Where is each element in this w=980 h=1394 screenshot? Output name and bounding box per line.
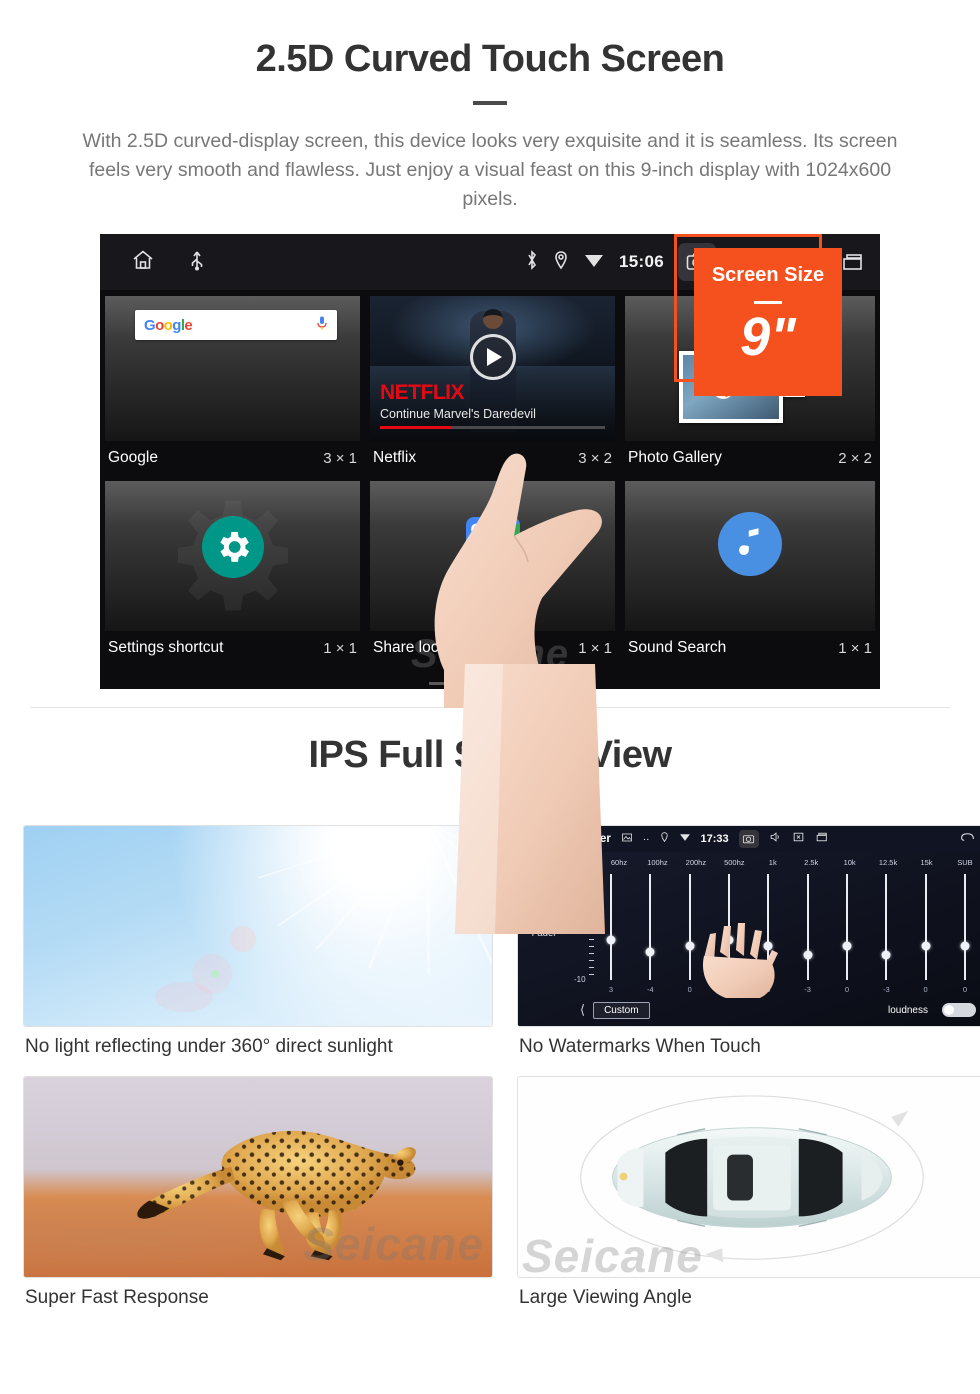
widget-settings-shortcut[interactable]: Settings shortcut 1 × 1 [100,475,365,665]
band-label: 12.5k [878,858,898,867]
gallery-icon [621,830,633,848]
widget-size: 3 × 1 [323,449,357,467]
more-icon: ·· [642,833,650,845]
preset-button[interactable]: Custom [593,1001,650,1019]
home-icon[interactable] [130,248,156,277]
band-label: 2.5k [804,858,819,867]
band-label: 200hz [685,858,707,867]
band-label: 15k [920,858,933,867]
back-arrow-icon[interactable] [959,830,976,848]
feature-card-viewing-angle: Seicane Large Viewing Angle [517,1076,980,1321]
loudness-label: loudness [887,1004,928,1016]
widget-label: Share location [373,639,473,656]
google-logo: Google [144,316,193,334]
widget-share-location[interactable]: G Share location 1 × 1 [365,475,620,665]
eq-slider[interactable] [913,874,939,980]
widget-sound-search[interactable]: Sound Search 1 × 1 [620,475,880,665]
band-label: 500hz [724,858,745,867]
feature-caption: No Watermarks When Touch [519,1036,761,1057]
screen-size-badge: Screen Size 9" [694,248,842,396]
eq-value: 3 [608,985,614,994]
section-description: With 2.5D curved-display screen, this de… [82,130,898,210]
gear-icon [201,516,264,578]
widget-row: Settings shortcut 1 × 1 G Share location… [100,475,880,665]
google-maps-icon: G [465,517,520,571]
badge-title: Screen Size [711,264,825,286]
location-icon [660,830,669,848]
recents-icon[interactable] [815,830,829,848]
band-label: 1k [768,858,777,867]
axis-bottom-label: -10 [574,975,586,984]
sunlight-sky-image [23,825,493,1027]
widget-label: Photo Gallery [628,449,722,466]
netflix-subtitle: Continue Marvel's Daredevil [380,407,536,421]
location-icon [553,249,569,276]
widget-size: 1 × 1 [578,639,612,657]
feature-row: Seicane Super Fast Response Seicane Larg… [23,1076,980,1321]
band-label: 60hz [610,858,628,867]
feature-caption: Large Viewing Angle [519,1287,692,1308]
amplifier-time: 17:33 [700,833,729,845]
car-top-view-image: Seicane [517,1076,980,1278]
device-preview: 15:06 Google Google 3 × 1 NETFLIX Contin… [100,234,880,934]
volume-icon[interactable] [769,830,782,848]
wrist-overlay [455,664,605,934]
microphone-icon[interactable] [316,315,328,336]
band-label: 10k [843,858,856,867]
feature-card-fast-response: Seicane Super Fast Response [23,1076,493,1321]
close-box-icon[interactable] [792,830,805,848]
widget-size: 1 × 1 [838,639,872,657]
feature-card-sunlight: No light reflecting under 360° direct su… [23,825,493,1070]
eq-value: 0 [962,985,968,994]
status-time: 15:06 [619,252,664,271]
open-hand-overlay [703,923,779,999]
badge-value: 9" [740,307,796,367]
eq-value: -3 [882,985,890,994]
cheetah-image: Seicane [23,1076,493,1278]
widget-size: 1 × 1 [323,639,357,657]
curved-touch-screen-section: 2.5D Curved Touch Screen With 2.5D curve… [0,0,980,934]
camera-icon[interactable] [738,830,759,848]
bluetooth-icon [525,249,539,276]
eq-slider[interactable] [834,874,860,980]
eq-value: 0 [844,985,850,994]
netflix-logo: NETFLIX [380,381,465,404]
band-label: 100hz [647,858,668,867]
google-search-bar[interactable]: Google [135,310,337,340]
running-cheetah-figure [136,1130,416,1261]
eq-value: 0 [923,985,928,994]
eq-slider[interactable] [952,874,978,980]
netflix-progress-bar [380,426,605,429]
eq-slider[interactable] [795,874,821,980]
eq-slider[interactable] [637,874,663,980]
widget-label: Settings shortcut [108,639,224,656]
widget-google[interactable]: Google Google 3 × 1 [100,290,365,475]
widget-label: Sound Search [628,639,727,656]
widget-label: Netflix [373,449,417,466]
eq-slider[interactable] [873,874,899,980]
feature-caption: No light reflecting under 360° direct su… [25,1036,393,1057]
music-note-icon [718,512,782,576]
wifi-icon [679,830,691,848]
widget-size: 3 × 2 [578,449,612,467]
prev-preset-icon[interactable]: ⟨ [580,1002,585,1018]
play-icon[interactable] [469,333,516,380]
wifi-icon [583,249,605,276]
eq-value: -3 [804,985,811,994]
title-underline [473,101,507,105]
page-title: 2.5D Curved Touch Screen [255,38,725,80]
widget-size: 2 × 2 [838,449,872,467]
feature-caption: Super Fast Response [25,1287,209,1308]
netflix-artwork: NETFLIX Continue Marvel's Daredevil [370,296,615,441]
widget-label: Google [108,449,158,466]
usb-icon [190,248,204,277]
badge-rule [754,301,782,304]
loudness-toggle[interactable] [942,1003,976,1017]
frequency-labels: 60hz 100hz 200hz 500hz 1k 2.5k 10k 12.5k… [578,858,978,867]
car-figure [580,1095,924,1263]
widget-netflix[interactable]: NETFLIX Continue Marvel's Daredevil Netf… [365,290,620,475]
band-label: SUB [957,858,973,867]
eq-value: -4 [646,985,654,994]
